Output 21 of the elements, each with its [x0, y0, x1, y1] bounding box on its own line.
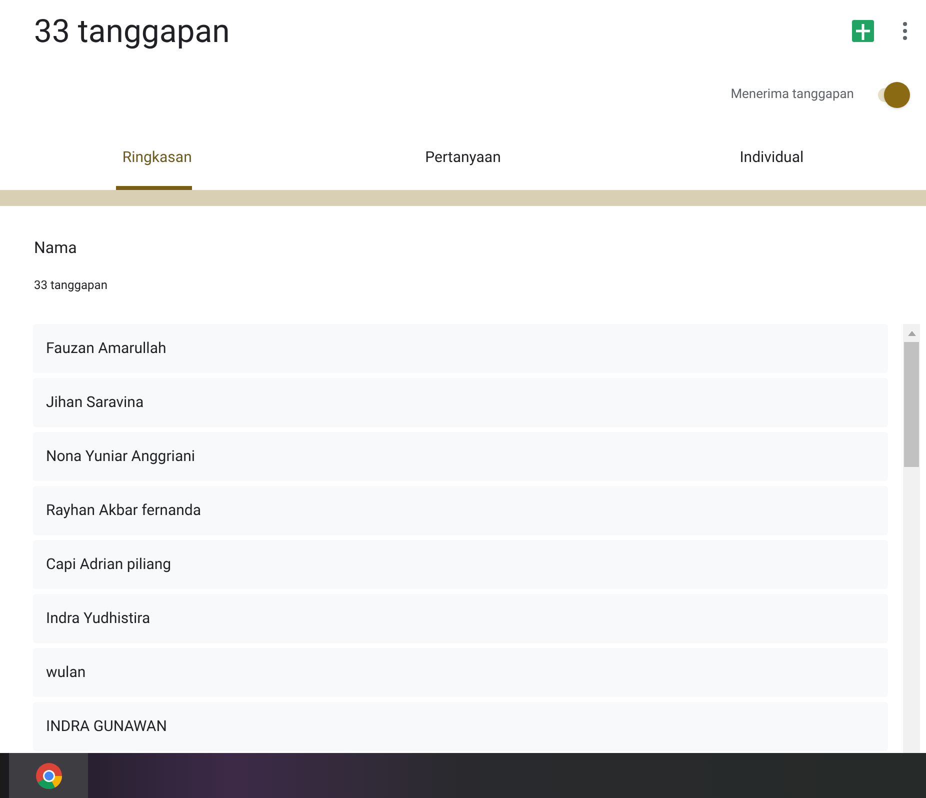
question-title: Nama [34, 237, 78, 259]
answer-row: INDRA GUNAWAN [33, 702, 888, 751]
answer-row: Rayhan Akbar fernanda [33, 486, 888, 535]
response-count: 33 tanggapan [34, 277, 108, 294]
tab[interactable]: Individual [734, 128, 810, 190]
scrollbar[interactable] [903, 324, 920, 753]
answer-row: Nona Yuniar Anggriani [33, 432, 888, 481]
answer-row: Fauzan Amarullah [33, 324, 888, 373]
browser-icon [34, 762, 62, 790]
answer-row: Capi Adrian piliang [33, 540, 888, 589]
taskbar-app[interactable] [9, 753, 88, 798]
answer-row: wulan [33, 648, 888, 697]
spreadsheet-icon[interactable] [852, 20, 874, 42]
tab[interactable]: Pertanyaan [419, 128, 507, 190]
scroll-up-icon[interactable] [908, 330, 916, 336]
page-title: 33 tanggapan [34, 11, 231, 52]
toggle-label: Menerima tanggapan [730, 86, 854, 104]
scroll-thumb[interactable] [904, 342, 919, 467]
more-icon[interactable] [902, 20, 908, 42]
answer-row: Indra Yudhistira [33, 594, 888, 643]
answer-row: Jihan Saravina [33, 378, 888, 427]
